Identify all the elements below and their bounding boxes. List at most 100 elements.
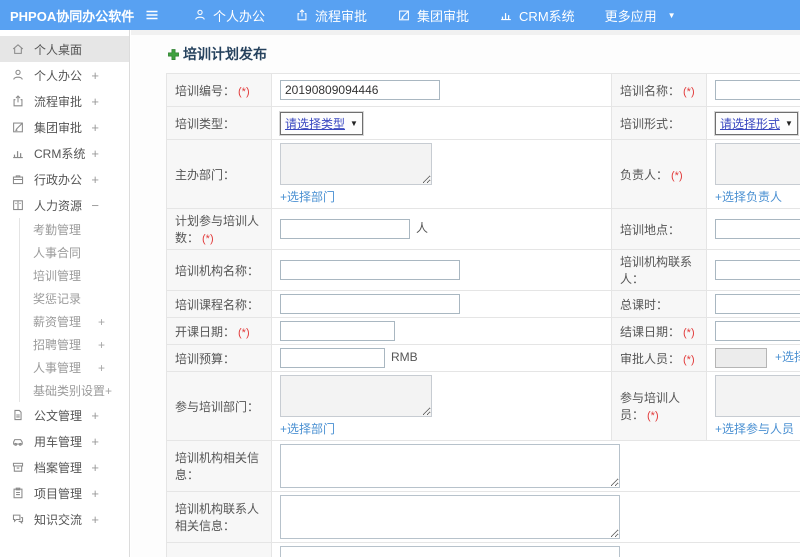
table-row: 培训编号：(*) 培训名称：(*) (166, 73, 800, 107)
select-dept-link[interactable]: +选择部门 (280, 420, 335, 437)
topnav-item-workflow-approval[interactable]: 流程审批 (280, 0, 382, 30)
sidebar-subitem-rewards[interactable]: 奖惩记录 (20, 287, 129, 310)
required-marker: (*) (238, 326, 250, 339)
field-label: 培训类型： (166, 106, 272, 140)
caret-down-icon: ▼ (667, 10, 676, 20)
share-icon (295, 8, 309, 22)
sidebar-subitem-hr-contract[interactable]: 人事合同 (20, 241, 129, 264)
org-contact-person-input[interactable] (715, 260, 800, 280)
sidebar-subitem-attendance[interactable]: 考勤管理 (20, 218, 129, 241)
caret-down-icon: ▼ (350, 118, 358, 128)
field-label: 培训机构联系人相关信息： (166, 491, 272, 543)
field-label: 开课日期： (*) (166, 317, 272, 345)
expand-plus-icon[interactable]: + (105, 384, 112, 398)
host-dept-textarea[interactable] (280, 143, 432, 185)
sidebar-subitem-training[interactable]: 培训管理 (20, 264, 129, 287)
expand-plus-icon[interactable]: + (98, 338, 105, 352)
select-approver-link[interactable]: +选择审批人员 (775, 350, 800, 364)
table-row: 培训要求： (166, 542, 800, 557)
expand-plus-icon[interactable]: + (91, 146, 99, 161)
select-participants-link[interactable]: +选择参与人员 (715, 420, 794, 437)
planned-count-input[interactable] (280, 219, 410, 239)
user-icon (193, 8, 207, 22)
required-marker: (*) (647, 410, 659, 422)
field-label: 主办部门： (166, 139, 272, 209)
approver-input[interactable] (715, 348, 767, 368)
requirements-textarea[interactable] (280, 546, 620, 557)
sidebar-subitem-recruiting[interactable]: 招聘管理 + (20, 333, 129, 356)
leader-textarea[interactable] (715, 143, 800, 185)
expand-plus-icon[interactable]: + (98, 361, 105, 375)
expand-plus-icon[interactable]: + (91, 434, 99, 449)
expand-plus-icon[interactable]: + (91, 94, 99, 109)
field-label: 培训名称： (*) (611, 73, 707, 107)
expand-plus-icon[interactable]: + (91, 408, 99, 423)
topnav-item-group-approval[interactable]: 集团审批 (382, 0, 484, 30)
course-name-input[interactable] (280, 294, 460, 314)
field-label: 培训课程名称： (166, 290, 272, 318)
select-leader-link[interactable]: +选择负责人 (715, 188, 782, 205)
document-icon (11, 408, 25, 422)
org-contact-info-textarea[interactable] (280, 495, 620, 539)
select-dept-link[interactable]: +选择部门 (280, 188, 335, 205)
sidebar-item-admin-office[interactable]: 行政办公 + (0, 166, 129, 192)
table-row: 培训课程名称： 总课时： (166, 290, 800, 318)
training-type-select[interactable]: 请选择类型 ▼ (280, 111, 363, 135)
sidebar-item-vehicle[interactable]: 用车管理 + (0, 428, 129, 454)
participants-textarea[interactable] (715, 375, 800, 417)
table-row: 培训机构名称： 培训机构联系人： (166, 249, 800, 291)
sidebar-item-crm[interactable]: CRM系统 + (0, 140, 129, 166)
expand-plus-icon[interactable]: + (91, 460, 99, 475)
start-date-input[interactable] (280, 321, 395, 341)
collapse-minus-icon[interactable]: − (91, 198, 99, 213)
org-info-textarea[interactable] (280, 444, 620, 488)
menu-toggle-icon[interactable] (144, 7, 160, 23)
required-marker: (*) (202, 233, 214, 245)
field-label: 审批人员： (*) (611, 344, 707, 372)
required-marker: (*) (683, 326, 695, 339)
training-name-input[interactable] (715, 80, 800, 100)
topnav-item-crm[interactable]: CRM系统 (484, 0, 590, 30)
hr-submenu: 考勤管理 人事合同 培训管理 奖惩记录 薪资管理 + 招聘管理 + 人事管理 +… (19, 218, 129, 402)
expand-plus-icon[interactable]: + (98, 315, 105, 329)
sidebar-subitem-salary[interactable]: 薪资管理 + (20, 310, 129, 333)
table-row: 开课日期： (*) 结课日期： (*) (166, 317, 800, 345)
expand-plus-icon[interactable]: + (91, 512, 99, 527)
required-marker: (*) (671, 169, 683, 182)
sidebar-item-archives[interactable]: 档案管理 + (0, 454, 129, 480)
sidebar-item-official-docs[interactable]: 公文管理 + (0, 402, 129, 428)
expand-plus-icon[interactable]: + (91, 120, 99, 135)
sidebar-subitem-base-categories[interactable]: 基础类别设置 + (20, 379, 129, 402)
org-name-input[interactable] (280, 260, 460, 280)
car-icon (11, 434, 25, 448)
participant-depts-textarea[interactable] (280, 375, 432, 417)
sidebar-subitem-personnel[interactable]: 人事管理 + (20, 356, 129, 379)
sidebar-item-projects[interactable]: 项目管理 + (0, 480, 129, 506)
chat-icon (11, 512, 25, 526)
location-input[interactable] (715, 219, 800, 239)
training-no-input[interactable] (280, 80, 440, 100)
topnav-label: 集团审批 (417, 8, 470, 24)
sidebar-item-personal-office[interactable]: 个人办公 + (0, 62, 129, 88)
expand-plus-icon[interactable]: + (91, 68, 99, 83)
sidebar-item-group-approval[interactable]: 集团审批 + (0, 114, 129, 140)
topnav-item-more-apps[interactable]: 更多应用 ▼ (590, 0, 691, 30)
training-form-select[interactable]: 请选择形式 ▼ (715, 111, 798, 135)
sidebar-item-knowledge[interactable]: 知识交流 + (0, 506, 129, 532)
sidebar-item-personal-desktop[interactable]: 个人桌面 (0, 36, 129, 62)
topnav-label: CRM系统 (519, 8, 575, 24)
end-date-input[interactable] (715, 321, 800, 341)
sidebar-item-human-resources[interactable]: 人力资源 − (0, 192, 129, 218)
expand-plus-icon[interactable]: + (91, 172, 99, 187)
total-hours-input[interactable] (715, 294, 800, 314)
main-content: 培训计划发布 培训编号：(*) 培训名称：(*) 培训类型： 请选择类型 ▼ 培… (131, 30, 800, 557)
archive-icon (11, 460, 25, 474)
table-row: 培训预算： RMB 审批人员：(*) +选择审批人员 (166, 344, 800, 372)
sidebar-item-workflow-approval[interactable]: 流程审批 + (0, 88, 129, 114)
expand-plus-icon[interactable]: + (91, 486, 99, 501)
top-header: PHPOA协同办公软件 个人办公 流程审批 集团审批 CRM系统 更多应用 ▼ (0, 0, 800, 30)
topnav-item-personal-office[interactable]: 个人办公 (178, 0, 280, 30)
budget-input[interactable] (280, 348, 385, 368)
edit-icon (397, 8, 411, 22)
user-icon (11, 68, 25, 82)
